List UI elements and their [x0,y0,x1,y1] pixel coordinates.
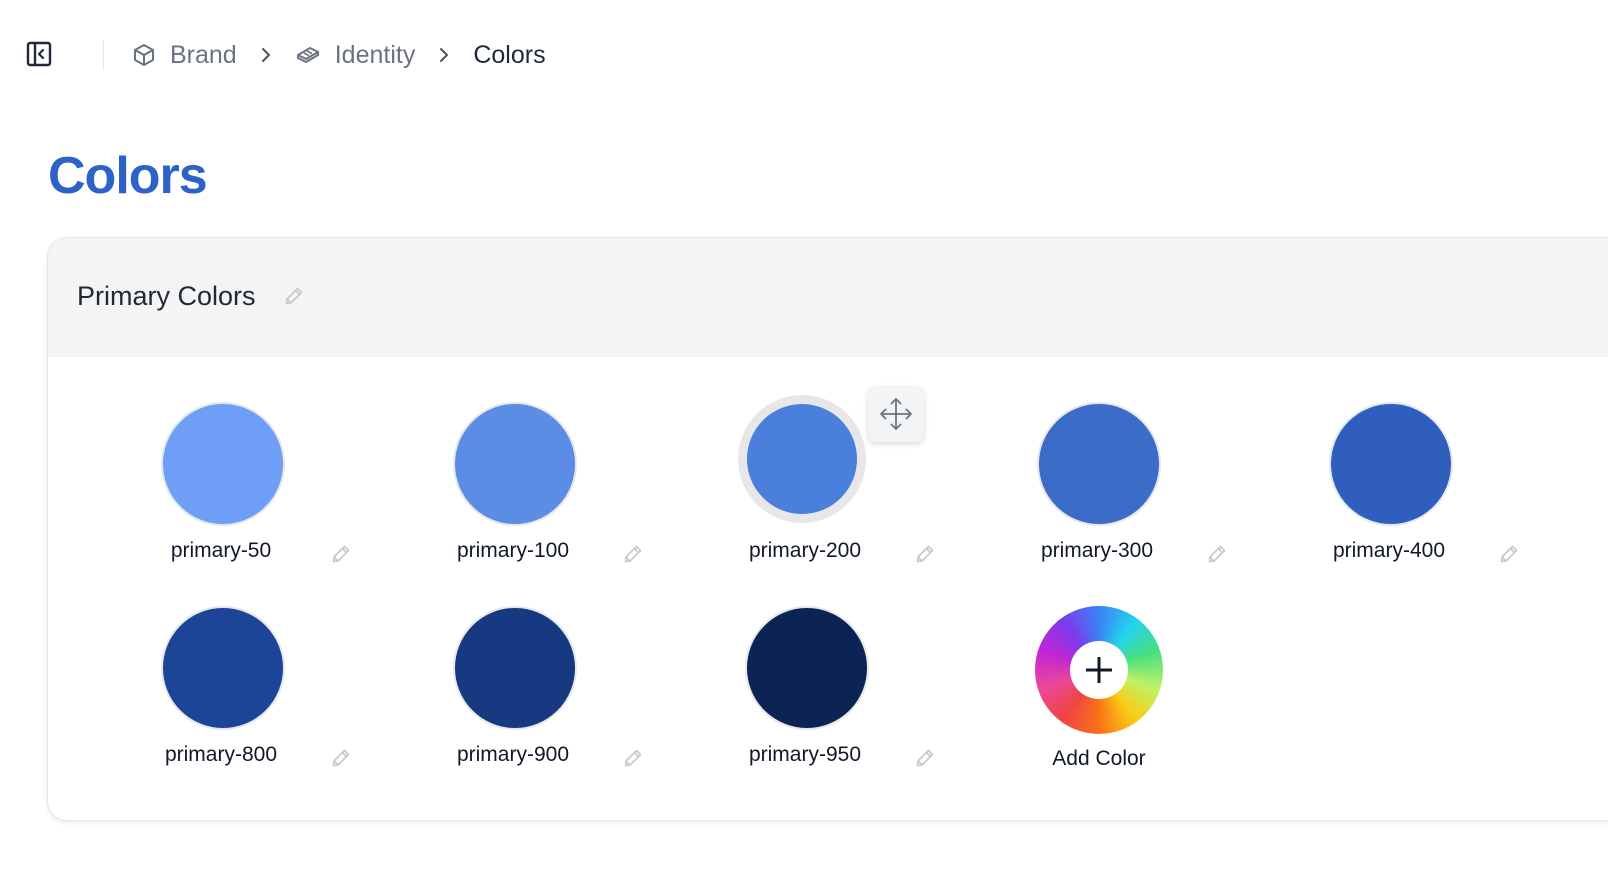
breadcrumb: Brand Identity Colors [132,36,546,74]
breadcrumb-item-colors: Colors [473,41,545,70]
pencil-icon[interactable] [623,544,643,569]
plus-icon [1070,641,1128,699]
layers-icon [296,47,319,63]
color-swatch: primary-300 [979,402,1226,592]
top-bar: Brand Identity Colors [0,0,1608,110]
color-swatch: primary-100 [395,402,642,592]
breadcrumb-label: Identity [334,40,416,69]
color-swatch-label: primary-400 [1332,539,1446,562]
color-swatch-label: primary-50 [170,539,272,562]
color-swatch-circle[interactable] [1329,402,1453,526]
palette-card-header: Primary Colors [48,238,1608,357]
chevron-right-icon [259,46,273,64]
pencil-icon[interactable] [915,748,935,773]
color-swatch: primary-900 [395,606,642,796]
color-swatch: primary-400 [1271,402,1518,592]
pencil-icon[interactable] [1207,544,1227,569]
palette-card: Primary Colors primary-50 primary-100 prim… [47,237,1608,821]
cube-icon [134,44,154,66]
pencil-icon[interactable] [331,544,351,569]
color-swatch-circle[interactable] [1037,402,1161,526]
pencil-icon[interactable] [623,748,643,773]
sidebar-toggle-icon[interactable] [26,41,52,67]
color-swatch-label: primary-200 [748,539,862,562]
add-color-button[interactable]: Add Color [1035,606,1163,776]
breadcrumb-item-brand[interactable]: Brand [132,41,237,70]
breadcrumb-item-identity[interactable]: Identity [295,40,416,70]
pencil-icon[interactable] [284,286,304,311]
page-title: Colors [48,147,208,205]
color-swatch-label: primary-300 [1040,539,1154,562]
color-swatch: primary-800 [103,606,350,796]
color-swatch: primary-950 [687,606,934,796]
pencil-icon[interactable] [915,544,935,569]
chevron-right-icon [437,46,451,64]
color-swatch-circle[interactable] [453,606,577,730]
color-swatch-circle[interactable] [161,606,285,730]
color-swatch-circle[interactable] [745,606,869,730]
pencil-icon[interactable] [1499,544,1519,569]
topbar-divider [103,40,104,70]
pencil-icon[interactable] [331,748,351,773]
breadcrumb-label: Brand [170,40,237,69]
move-icon[interactable] [868,386,924,442]
color-swatch-circle[interactable] [453,402,577,526]
color-swatch: primary-50 [103,402,350,592]
color-swatch-circle[interactable] [738,395,866,523]
color-swatch-label: primary-950 [748,743,862,766]
color-swatch-label: primary-800 [164,743,278,766]
add-color-label: Add Color [1052,747,1146,770]
palette-title: Primary Colors [77,281,256,311]
color-swatch-label: primary-100 [456,539,570,562]
breadcrumb-label: Colors [473,40,546,69]
color-swatch-circle[interactable] [161,402,285,526]
color-swatch-label: primary-900 [456,743,570,766]
